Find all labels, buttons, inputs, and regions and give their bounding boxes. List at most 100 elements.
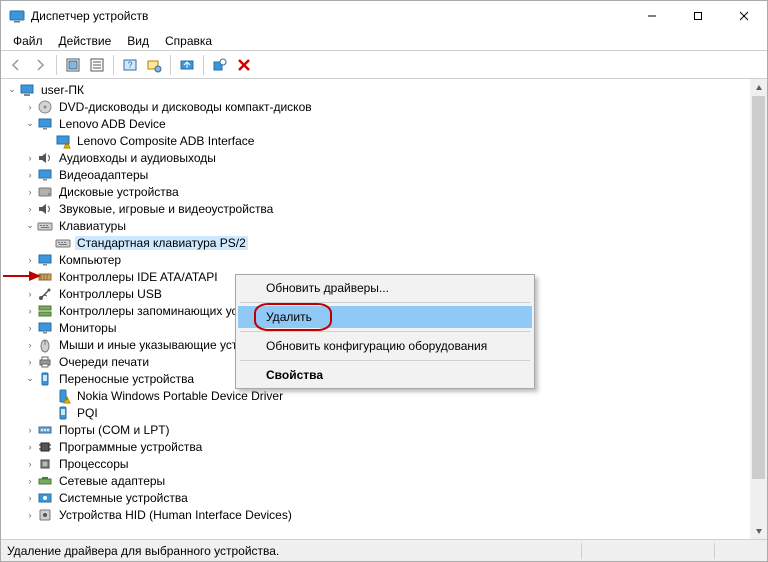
collapse-icon[interactable]: ⌄	[5, 83, 19, 97]
toolbar: ?	[1, 51, 767, 79]
expand-icon[interactable]: ›	[23, 457, 37, 471]
tree-item-label: Переносные устройства	[57, 372, 196, 386]
tree-row[interactable]: › Дисковые устройства	[5, 183, 750, 200]
tree-row[interactable]: ⌄Клавиатуры	[5, 217, 750, 234]
expand-icon[interactable]: ›	[23, 202, 37, 216]
expand-icon[interactable]: ›	[23, 508, 37, 522]
tree-item-label: Порты (COM и LPT)	[57, 423, 172, 437]
expand-icon[interactable]: ›	[23, 253, 37, 267]
computer-icon	[19, 82, 35, 98]
show-hidden-button[interactable]	[62, 54, 84, 76]
expand-icon[interactable]: ›	[23, 151, 37, 165]
scroll-thumb[interactable]	[752, 96, 765, 479]
tree-item-label: Компьютер	[57, 253, 123, 267]
help-button[interactable]: ?	[119, 54, 141, 76]
collapse-icon[interactable]: ⌄	[23, 372, 37, 386]
titlebar: Диспетчер устройств	[1, 1, 767, 31]
tree-item-label: Аудиовходы и аудиовыходы	[57, 151, 218, 165]
ctx-properties[interactable]: Свойства	[238, 364, 532, 386]
vertical-scrollbar[interactable]	[750, 79, 767, 539]
expand-icon[interactable]: ›	[23, 355, 37, 369]
audio-icon	[37, 201, 53, 217]
expand-icon[interactable]: ›	[23, 185, 37, 199]
monitor-warn-icon: !	[55, 133, 71, 149]
tree-row[interactable]: › Аудиовходы и аудиовыходы	[5, 149, 750, 166]
tree-row[interactable]: Стандартная клавиатура PS/2	[5, 234, 750, 251]
ctx-update-drivers[interactable]: Обновить драйверы...	[238, 277, 532, 299]
tree-row[interactable]: !Nokia Windows Portable Device Driver	[5, 387, 750, 404]
ctx-delete[interactable]: Удалить	[238, 306, 532, 328]
back-button[interactable]	[5, 54, 27, 76]
tree-row[interactable]: ›Сетевые адаптеры	[5, 472, 750, 489]
expand-icon[interactable]: ›	[23, 491, 37, 505]
tree-item-label: Процессоры	[57, 457, 131, 471]
tree-row[interactable]: › Процессоры	[5, 455, 750, 472]
tree-row[interactable]: › Видеоадаптеры	[5, 166, 750, 183]
expand-icon[interactable]: ›	[23, 338, 37, 352]
statusbar: Удаление драйвера для выбранного устройс…	[1, 539, 767, 561]
svg-text:!: !	[66, 398, 67, 404]
svg-text:?: ?	[127, 60, 132, 70]
menu-action[interactable]: Действие	[51, 32, 120, 50]
maximize-button[interactable]	[675, 1, 721, 31]
tree-row[interactable]: ⌄user-ПК	[5, 81, 750, 98]
port-icon	[37, 422, 53, 438]
tree-row[interactable]: ›Программные устройства	[5, 438, 750, 455]
scroll-up-icon[interactable]	[750, 79, 767, 96]
toolbar-separator	[56, 55, 57, 75]
update-driver-button[interactable]	[176, 54, 198, 76]
tree-row[interactable]: ›DVD-дисководы и дисководы компакт-диско…	[5, 98, 750, 115]
expand-icon[interactable]: ›	[23, 321, 37, 335]
cpu-icon	[37, 456, 53, 472]
portable-icon	[55, 405, 71, 421]
hid-icon	[37, 507, 53, 523]
tree-row[interactable]: PQI	[5, 404, 750, 421]
disc-icon	[37, 99, 53, 115]
toolbar-separator	[203, 55, 204, 75]
properties-button[interactable]	[86, 54, 108, 76]
expand-icon[interactable]: ›	[23, 304, 37, 318]
tree-row[interactable]: › Устройства HID (Human Interface Devices…	[5, 506, 750, 523]
expand-icon[interactable]: ›	[23, 440, 37, 454]
tree-item-label: Контроллеры USB	[57, 287, 164, 301]
collapse-icon[interactable]: ⌄	[23, 219, 37, 233]
expand-icon[interactable]: ›	[23, 474, 37, 488]
tree-row[interactable]: › Компьютер	[5, 251, 750, 268]
tree-row[interactable]: › Порты (COM и LPT)	[5, 421, 750, 438]
menu-view[interactable]: Вид	[119, 32, 157, 50]
menu-file[interactable]: Файл	[5, 32, 51, 50]
tree-item-label: Видеоадаптеры	[57, 168, 150, 182]
ctx-refresh-hw[interactable]: Обновить конфигурацию оборудования	[238, 335, 532, 357]
tree-row[interactable]: › Системные устройства	[5, 489, 750, 506]
usb-icon	[37, 286, 53, 302]
delete-button[interactable]	[233, 54, 255, 76]
close-button[interactable]	[721, 1, 767, 31]
expand-icon[interactable]: ›	[23, 287, 37, 301]
tree-row[interactable]: ›Звуковые, игровые и видеоустройства	[5, 200, 750, 217]
device-manager-window: Диспетчер устройств Файл Действие Вид Сп…	[0, 0, 768, 562]
collapse-icon[interactable]: ⌄	[23, 117, 37, 131]
scan-hardware-button[interactable]	[143, 54, 165, 76]
monitor-icon	[37, 320, 53, 336]
uninstall-button[interactable]	[209, 54, 231, 76]
status-text: Удаление драйвера для выбранного устройс…	[7, 544, 575, 558]
minimize-button[interactable]	[629, 1, 675, 31]
expand-icon[interactable]: ›	[23, 100, 37, 114]
ctx-separator	[240, 302, 530, 303]
tree-item-label: Очереди печати	[57, 355, 151, 369]
content-area: ⌄user-ПК›DVD-дисководы и дисководы компа…	[1, 79, 767, 539]
mouse-icon	[37, 337, 53, 353]
tree-row[interactable]: !Lenovo Composite ADB Interface	[5, 132, 750, 149]
tree-item-label: Устройства HID (Human Interface Devices)	[57, 508, 294, 522]
forward-button[interactable]	[29, 54, 51, 76]
tree-item-label: Дисковые устройства	[57, 185, 181, 199]
tree-item-label: Стандартная клавиатура PS/2	[75, 236, 248, 250]
expand-icon[interactable]: ›	[23, 423, 37, 437]
scroll-track[interactable]	[750, 96, 767, 522]
storage-icon	[37, 303, 53, 319]
scroll-down-icon[interactable]	[750, 522, 767, 539]
expand-icon[interactable]: ›	[23, 168, 37, 182]
tree-row[interactable]: ⌄Lenovo ADB Device	[5, 115, 750, 132]
tree-item-label: Системные устройства	[57, 491, 190, 505]
menu-help[interactable]: Справка	[157, 32, 220, 50]
